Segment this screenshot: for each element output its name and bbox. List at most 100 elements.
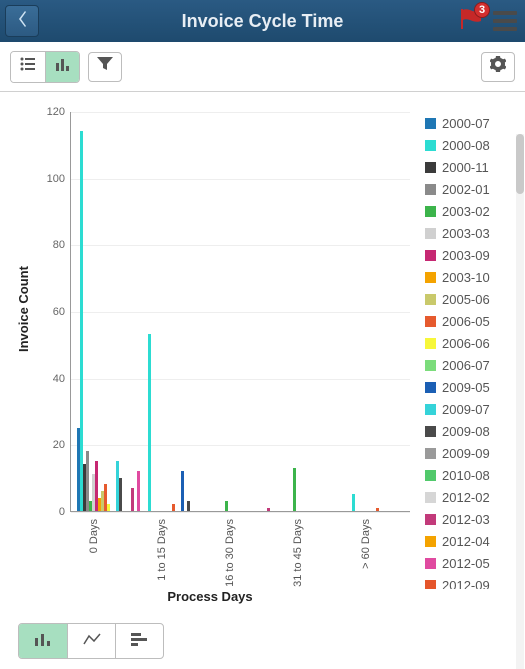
legend-label: 2006-07: [442, 358, 490, 373]
list-view-button[interactable]: [11, 52, 45, 82]
legend-item[interactable]: 2006-05: [425, 310, 520, 332]
legend-swatch: [425, 514, 436, 525]
x-axis-label: Process Days: [10, 589, 410, 604]
legend-swatch: [425, 360, 436, 371]
legend-swatch: [425, 448, 436, 459]
legend-swatch: [425, 118, 436, 129]
chart-bar[interactable]: [352, 494, 355, 511]
bar-chart-icon: [34, 632, 52, 651]
bar-chart-icon: [55, 57, 71, 76]
legend-label: 2005-06: [442, 292, 490, 307]
legend-swatch: [425, 184, 436, 195]
legend-label: 2012-09: [442, 578, 490, 590]
y-axis-label: Invoice Count: [16, 266, 31, 352]
legend-item[interactable]: 2009-07: [425, 398, 520, 420]
view-toggle-group: [10, 51, 80, 83]
y-tick: 20: [53, 439, 65, 451]
y-tick: 100: [47, 173, 65, 185]
legend-item[interactable]: 2006-06: [425, 332, 520, 354]
legend-item[interactable]: 2000-08: [425, 134, 520, 156]
back-button[interactable]: [5, 5, 39, 37]
hbar-type-button[interactable]: [115, 624, 163, 658]
legend-label: 2009-05: [442, 380, 490, 395]
legend-swatch: [425, 140, 436, 151]
legend-item[interactable]: 2012-04: [425, 530, 520, 552]
legend-label: 2009-07: [442, 402, 490, 417]
x-tick: 31 to 45 Days: [292, 519, 304, 587]
legend-swatch: [425, 492, 436, 503]
legend-item[interactable]: 2000-07: [425, 112, 520, 134]
y-tick: 0: [59, 506, 65, 518]
legend-label: 2000-08: [442, 138, 490, 153]
chart-bar[interactable]: [267, 508, 270, 511]
legend-item[interactable]: 2003-02: [425, 200, 520, 222]
legend-label: 2002-01: [442, 182, 490, 197]
chart-bar[interactable]: [80, 131, 83, 511]
chart-bar[interactable]: [187, 501, 190, 511]
chart-bar[interactable]: [181, 471, 184, 511]
notifications-button[interactable]: 3: [459, 9, 483, 34]
legend-swatch: [425, 558, 436, 569]
x-tick: 0 Days: [88, 519, 100, 553]
legend-label: 2000-11: [442, 160, 489, 175]
legend-label: 2003-02: [442, 204, 490, 219]
legend-swatch: [425, 470, 436, 481]
legend-item[interactable]: 2003-10: [425, 266, 520, 288]
chart-bar[interactable]: [172, 504, 175, 511]
legend-swatch: [425, 426, 436, 437]
legend-label: 2012-03: [442, 512, 490, 527]
chart-type-toolbar: [18, 623, 164, 659]
legend-label: 2012-05: [442, 556, 490, 571]
legend-item[interactable]: 2006-07: [425, 354, 520, 376]
legend-swatch: [425, 162, 436, 173]
chart-bar[interactable]: [131, 488, 134, 511]
y-tick: 80: [53, 239, 65, 251]
chart-area: Invoice Count 0204060801001200 Days1 to …: [10, 92, 410, 612]
legend-item[interactable]: 2009-05: [425, 376, 520, 398]
chart-legend: 2000-07 2000-08 2000-11 2002-01 2003-02 2003-…: [425, 112, 520, 589]
legend-label: 2009-09: [442, 446, 490, 461]
chart-bar[interactable]: [137, 471, 140, 511]
list-icon: [20, 57, 36, 76]
chart-bar[interactable]: [148, 334, 151, 511]
legend-item[interactable]: 2005-06: [425, 288, 520, 310]
gear-icon: [490, 56, 506, 77]
legend-label: 2003-03: [442, 226, 490, 241]
legend-label: 2010-08: [442, 468, 490, 483]
filter-button[interactable]: [88, 52, 122, 82]
chart-bar[interactable]: [225, 501, 228, 511]
legend-swatch: [425, 338, 436, 349]
legend-item[interactable]: 2010-08: [425, 464, 520, 486]
legend-item[interactable]: 2009-08: [425, 420, 520, 442]
legend-label: 2003-09: [442, 248, 490, 263]
bar-type-button[interactable]: [19, 624, 67, 658]
legend-item[interactable]: 2012-09: [425, 574, 520, 589]
x-tick: > 60 Days: [360, 519, 372, 569]
legend-label: 2000-07: [442, 116, 490, 131]
chart-bar[interactable]: [376, 508, 379, 511]
app-header: Invoice Cycle Time 3: [0, 0, 525, 42]
legend-label: 2003-10: [442, 270, 490, 285]
legend-item[interactable]: 2002-01: [425, 178, 520, 200]
legend-swatch: [425, 228, 436, 239]
legend-item[interactable]: 2003-03: [425, 222, 520, 244]
chart-bar[interactable]: [119, 478, 122, 511]
legend-item[interactable]: 2012-03: [425, 508, 520, 530]
x-tick: 1 to 15 Days: [156, 519, 168, 581]
legend-item[interactable]: 2009-09: [425, 442, 520, 464]
menu-button[interactable]: [493, 11, 517, 31]
legend-swatch: [425, 250, 436, 261]
legend-item[interactable]: 2012-05: [425, 552, 520, 574]
legend-item[interactable]: 2003-09: [425, 244, 520, 266]
y-tick: 40: [53, 373, 65, 385]
line-type-button[interactable]: [67, 624, 115, 658]
legend-item[interactable]: 2012-02: [425, 486, 520, 508]
chart-bar[interactable]: [107, 504, 110, 511]
chart-bar[interactable]: [293, 468, 296, 511]
legend-item[interactable]: 2000-11: [425, 156, 520, 178]
legend-swatch: [425, 382, 436, 393]
chart-view-button[interactable]: [45, 52, 79, 82]
y-tick: 60: [53, 306, 65, 318]
settings-button[interactable]: [481, 52, 515, 82]
legend-label: 2009-08: [442, 424, 490, 439]
